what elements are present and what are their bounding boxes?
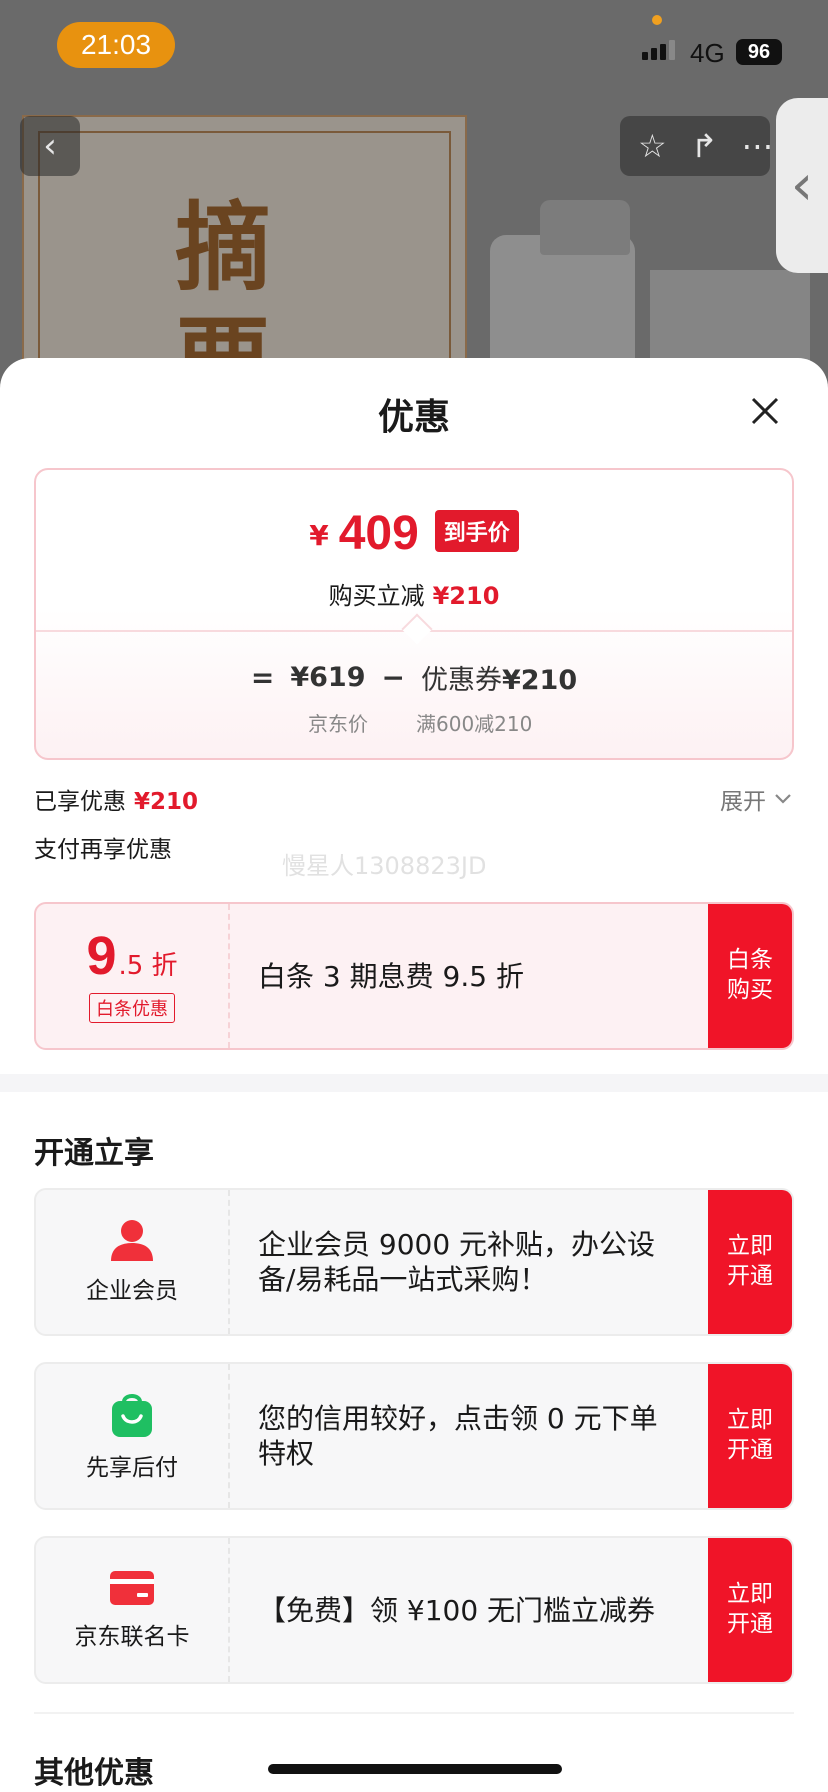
chevron-left-icon: ‹ [43,126,57,166]
reduce-row: 购买立减 ¥210 [36,576,792,611]
close-button[interactable] [742,388,788,434]
pay-discount-label: 支付再享优惠 [34,837,172,863]
baitiao-discount-block: 9 .5 折 白条优惠 [36,904,230,1048]
pay-later-open-button[interactable]: 立即开通 [708,1364,792,1508]
divider [34,1712,794,1714]
final-price-row: ¥ 409 到手价 [36,510,792,558]
user-icon [111,1220,153,1261]
minus-sign: − [381,661,405,694]
price-formula: = ¥619 − 优惠券¥210 [36,658,792,697]
chevron-left-icon: ‹ [790,153,814,218]
jd-price: ¥619 [290,662,366,693]
reduce-amount: ¥210 [432,582,500,610]
home-indicator [268,1764,562,1774]
expand-toggle[interactable]: 展开 [720,782,792,816]
baitiao-tag: 白条优惠 [89,993,175,1023]
cobrand-card-block: 京东联名卡 [36,1538,230,1682]
cobrand-card-description: 【免费】领 ¥100 无门槛立减券 [258,1593,656,1627]
back-button[interactable]: ‹ [20,116,80,176]
discount-main: 9 [86,926,117,986]
star-icon[interactable]: ☆ [638,127,667,165]
side-drawer-handle[interactable]: ‹ [776,98,828,273]
network-type: 4G [690,38,725,68]
pay-later-description: 您的信用较好，点击领 0 元下单特权 [258,1402,658,1470]
enjoyed-amount: ¥210 [134,789,199,815]
enterprise-member-card[interactable]: 企业会员 企业会员 9000 元补贴，办公设备/易耗品一站式采购！ 立即开通 [34,1188,794,1336]
coupon-caption: 满600减210 [416,712,533,736]
sheet-title: 优惠 [377,397,450,438]
enterprise-member-block: 企业会员 [36,1190,230,1334]
cellular-signal-icon [642,40,675,60]
coupon-amount: ¥210 [501,665,578,696]
pay-later-card[interactable]: 先享后付 您的信用较好，点击领 0 元下单特权 立即开通 [34,1362,794,1510]
enjoyed-label: 已享优惠 [34,789,126,815]
cobrand-card-label: 京东联名卡 [74,1624,190,1650]
enterprise-member-label: 企业会员 [86,1278,178,1304]
product-bottle-cap-image [540,200,630,255]
baitiao-description: 白条 3 期息费 9.5 折 [258,959,524,993]
chevron-down-icon [775,794,791,804]
cobrand-card-open-button[interactable]: 立即开通 [708,1538,792,1682]
section-separator [0,1074,828,1092]
price-breakdown: ¥ 409 到手价 购买立减 ¥210 = ¥619 − 优惠券¥210 京东价 … [34,468,794,760]
pay-later-block: 先享后付 [36,1364,230,1508]
close-icon [751,397,779,425]
other-section-title: 其他优惠 [34,1756,154,1791]
enjoyed-discount: 已享优惠 ¥210 [34,782,198,816]
product-image-text: 摘 [175,191,271,304]
reduce-label: 购买立减 [328,582,425,610]
battery-indicator: 96 [736,39,782,65]
shopping-bag-icon [112,1394,152,1437]
share-icon[interactable]: ↱ [691,127,718,165]
final-price-badge: 到手价 [434,510,519,552]
enterprise-member-open-button[interactable]: 立即开通 [708,1190,792,1334]
baitiao-discount-value: 9 .5 折 [86,929,177,983]
currency-symbol: ¥ [309,519,329,552]
enterprise-member-description: 企业会员 9000 元补贴，办公设备/易耗品一站式采购！ [258,1228,656,1296]
privacy-indicator-dot [652,15,662,25]
watermark: 慢星人1308823JD [282,852,487,880]
credit-card-icon [110,1571,154,1605]
pay-later-label: 先享后付 [86,1455,178,1481]
expand-label: 展开 [720,789,766,815]
open-section-title: 开通立享 [34,1136,154,1171]
cobrand-card-card[interactable]: 京东联名卡 【免费】领 ¥100 无门槛立减券 立即开通 [34,1536,794,1684]
coupon-label: 优惠券 [420,665,502,696]
divider-notch [401,613,433,645]
status-time: 21:03 [57,22,175,68]
jd-price-caption: 京东价 [308,712,368,736]
equals-sign: = [250,661,275,694]
baitiao-offer-card[interactable]: 9 .5 折 白条优惠 白条 3 期息费 9.5 折 白条购买 [34,902,794,1050]
top-actions: ☆ ↱ ⋯ [620,116,774,176]
baitiao-buy-button[interactable]: 白条购买 [708,904,792,1048]
more-icon[interactable]: ⋯ [742,127,774,165]
discount-sheet: 优惠 ¥ 409 到手价 购买立减 ¥210 = ¥619 − 优惠券¥210 京… [0,358,828,1792]
discount-sub: .5 折 [118,951,178,981]
final-price: 409 [338,507,419,560]
